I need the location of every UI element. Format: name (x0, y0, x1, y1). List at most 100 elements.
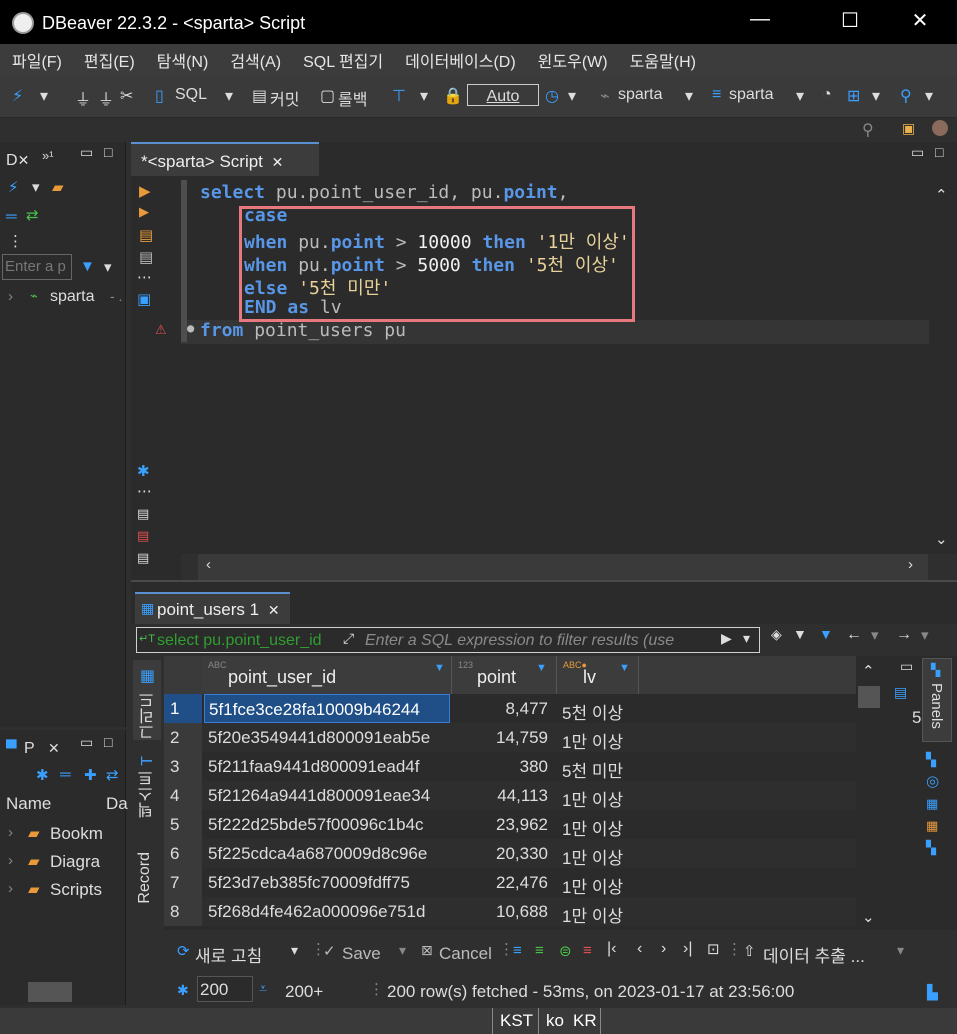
table-row[interactable]: 8 5f268d4fe462a000096e751d 10,688 1만 이상 (164, 897, 856, 926)
search-tool-icon[interactable]: ⚲ (900, 86, 912, 106)
scroll-up-icon[interactable]: ⌃ (862, 662, 875, 680)
close-icon[interactable]: ✕ (268, 602, 280, 618)
save-dropdown-icon[interactable]: ▾ (399, 942, 406, 959)
table-row[interactable]: 6 5f225cdca4a6870009d8c96e 20,330 1만 이상 (164, 839, 856, 868)
table-row[interactable]: 2 5f20e3549441d800091eab5e 14,759 1만 이상 (164, 723, 856, 752)
cell-point[interactable]: 380 (454, 752, 554, 781)
disconnect-icon[interactable]: ⏚ (98, 86, 114, 110)
column-header-point[interactable]: 123 point ▼ (452, 656, 557, 694)
back-dropdown-icon[interactable]: ▾ (871, 626, 879, 644)
close-button[interactable]: ✕ (900, 8, 940, 33)
minimize-panel-icon[interactable]: ▭ (911, 144, 924, 161)
history-icon[interactable]: ◷ (545, 86, 559, 106)
edit-row-icon[interactable]: ≡ (513, 942, 522, 959)
maximize-button[interactable]: ☐ (830, 8, 870, 33)
folder-icon[interactable]: ▰ (52, 178, 64, 196)
new-connection-icon[interactable]: ⚡ (12, 86, 23, 106)
save-button[interactable]: Save (342, 944, 381, 964)
more-icon[interactable]: ⋯ (137, 482, 152, 500)
cell-lv[interactable]: 1만 이상 (558, 839, 638, 868)
menu-help[interactable]: 도움말(H) (630, 48, 696, 72)
navigator-tab[interactable]: D✕ (6, 152, 29, 180)
first-page-icon[interactable]: |‹ (607, 940, 616, 958)
outline-icon[interactable]: ▤ (137, 506, 149, 522)
table-row[interactable]: 4 5f21264a9441d800091eae34 44,113 1만 이상 (164, 781, 856, 810)
script-icon[interactable]: ▤ (139, 248, 153, 266)
sql-editor-icon[interactable]: ▯ (155, 86, 164, 106)
cell-point-user-id[interactable]: 5f21264a9441d800091eae34 (204, 781, 450, 810)
cell-point-user-id[interactable]: 5f222d25bde57f00096c1b4c (204, 810, 450, 839)
cell-point[interactable]: 22,476 (454, 868, 554, 897)
tree-item-sparta[interactable]: sparta (50, 288, 94, 306)
history-dropdown-icon[interactable]: ▾ (568, 86, 576, 106)
calc-icon[interactable]: ▦ (926, 818, 938, 834)
scroll-up-icon[interactable]: ⌃ (935, 186, 948, 204)
column-name[interactable]: Name (6, 794, 51, 814)
scroll-left-icon[interactable]: ‹ (206, 556, 211, 573)
sort-icon[interactable]: ▼ (536, 662, 547, 674)
collapse-icon[interactable]: ═ (6, 208, 17, 225)
clear-filter-icon[interactable]: ◈ (771, 626, 782, 643)
panels-toggle[interactable]: ▚ Panels (922, 658, 952, 742)
sql-editor[interactable]: select pu.point_user_id, pu.point, case … (181, 176, 929, 554)
datasource-selector[interactable]: sparta (618, 86, 662, 104)
menu-file[interactable]: 파일(F) (12, 48, 62, 72)
refresh-dropdown-icon[interactable]: ▾ (291, 942, 298, 959)
close-icon[interactable]: ✕ (272, 154, 284, 170)
tree-item-diagrams[interactable]: Diagra (50, 852, 100, 872)
minimize-panel-icon[interactable]: ▭ (80, 734, 93, 751)
tree-item-bookmarks[interactable]: Bookm (50, 824, 103, 844)
scroll-thumb[interactable] (858, 686, 880, 708)
dropdown-icon[interactable]: ▾ (40, 86, 48, 106)
maximize-panel-icon[interactable]: □ (104, 734, 112, 750)
grid-vertical-scrollbar[interactable]: ⌃ ⌄ (856, 656, 884, 930)
references-icon[interactable]: ▚ (926, 840, 936, 856)
link-icon[interactable]: ⇄ (106, 766, 119, 784)
tab-text[interactable]: 텍스트 T (136, 756, 160, 818)
filter-settings-icon[interactable]: ▼ (793, 626, 807, 642)
maximize-panel-icon[interactable]: □ (104, 144, 112, 160)
column-da[interactable]: Da (106, 794, 128, 814)
cell-lv[interactable]: 1만 이상 (558, 810, 638, 839)
export-icon[interactable]: ▤ (137, 550, 149, 566)
fetch-more-button[interactable]: 200+ (285, 982, 323, 1002)
minimize-panel-icon[interactable]: ▭ (80, 144, 93, 161)
search-dropdown-icon[interactable]: ▾ (925, 86, 933, 106)
table-row[interactable]: 5 5f222d25bde57f00096c1b4c 23,962 1만 이상 (164, 810, 856, 839)
next-page-icon[interactable]: › (661, 940, 666, 958)
tab-results[interactable]: ▦ point_users 1 ✕ (135, 592, 290, 624)
dashboard-icon[interactable]: ◔ (822, 86, 832, 104)
rollback-button[interactable]: 롤백 (338, 86, 367, 110)
grouping-icon[interactable]: ▦ (926, 796, 938, 812)
schema-dropdown-icon[interactable]: ▾ (796, 86, 804, 106)
filter-dropdown-icon[interactable]: ▾ (104, 258, 112, 276)
forward-icon[interactable]: → (896, 626, 912, 644)
add-icon[interactable]: ✚ (84, 766, 97, 784)
fetch-all-icon[interactable]: ⊡ (707, 940, 720, 958)
more-tabs-icon[interactable]: »¹ (42, 148, 54, 163)
column-header-point-user-id[interactable]: ABC point_user_id ▼ (202, 656, 452, 694)
add-row-icon[interactable]: ≡ (535, 942, 544, 959)
column-header-lv[interactable]: ABC● lv ▼ (557, 656, 639, 694)
filter-dropdown-icon[interactable]: ▾ (743, 630, 750, 647)
avatar[interactable] (932, 120, 948, 136)
expand-icon[interactable]: › (8, 880, 13, 897)
cell-lv[interactable]: 1만 이상 (558, 868, 638, 897)
last-page-icon[interactable]: ›| (683, 940, 692, 958)
filter-icon[interactable]: ▼ (80, 258, 95, 275)
filter-input[interactable]: ↵T select pu.point_user_id ⤢ Enter a SQL… (136, 627, 760, 653)
scroll-down-icon[interactable]: ⌄ (862, 908, 875, 926)
cell-lv[interactable]: 1만 이상 (558, 723, 638, 752)
quick-search-icon[interactable]: ⚲ (862, 120, 874, 140)
expand-editor-icon[interactable]: ⤢ (343, 630, 354, 647)
transaction-mode-icon[interactable]: ⊤ (392, 86, 406, 106)
cell-point[interactable]: 20,330 (454, 839, 554, 868)
back-icon[interactable]: ← (846, 626, 862, 644)
lock-icon[interactable]: 🔒 (443, 86, 463, 106)
menu-icon[interactable]: ⋮ (8, 232, 23, 250)
expand-icon[interactable]: › (8, 288, 13, 305)
cell-point[interactable]: 14,759 (454, 723, 554, 752)
menu-search[interactable]: 검색(A) (230, 48, 281, 72)
horizontal-scrollbar[interactable] (28, 982, 72, 1002)
panel-icon[interactable]: ✱ (137, 462, 150, 480)
